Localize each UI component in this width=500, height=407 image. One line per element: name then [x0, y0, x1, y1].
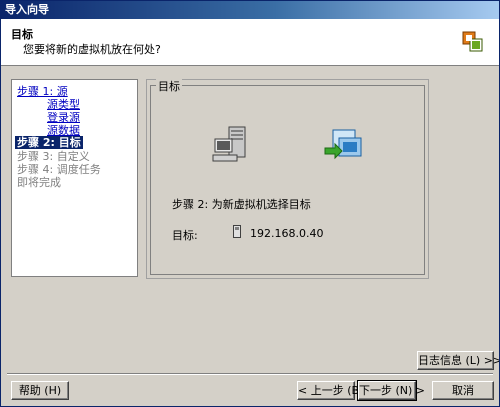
window-title: 导入向导	[5, 3, 49, 16]
title-bar: 导入向导	[1, 1, 499, 19]
cancel-button[interactable]: 取消	[432, 381, 494, 400]
step-customize: 步骤 3: 自定义	[17, 150, 90, 163]
footer-separator	[7, 373, 493, 375]
removable-drive-icon	[233, 225, 241, 238]
page-title: 目标	[11, 28, 33, 41]
back-button[interactable]: < 上一步 (B)	[297, 381, 363, 400]
step-source[interactable]: 步骤 1: 源	[17, 85, 68, 98]
wizard-steps-panel: 步骤 1: 源 源类型 登录源 源数据 步骤 2: 目标 步骤 3: 自定义 步…	[11, 79, 138, 277]
page-subtitle: 您要将新的虚拟机放在何处?	[23, 43, 161, 56]
step-schedule-task: 步骤 4: 调度任务	[17, 163, 101, 176]
server-computer-icon	[212, 126, 246, 162]
log-info-button[interactable]: 日志信息 (L) >>	[417, 351, 499, 370]
target-group-box: 目标 步骤 2: 为新虚拟机选择目标 目标: 192.168.0.40	[150, 78, 425, 275]
target-address: 192.168.0.40	[250, 227, 324, 240]
target-panel: 目标 步骤 2: 为新虚拟机选择目标 目标: 192.168.0.40	[146, 78, 429, 279]
group-title: 目标	[156, 78, 182, 94]
step-login-source[interactable]: 登录源	[47, 111, 80, 124]
target-label: 目标:	[172, 229, 198, 242]
vmware-logo-icon	[462, 31, 483, 52]
step-heading: 步骤 2: 为新虚拟机选择目标	[172, 198, 311, 211]
step-source-type[interactable]: 源类型	[47, 98, 80, 111]
help-button[interactable]: 帮助 (H)	[11, 381, 69, 400]
wizard-header: 目标 您要将新的虚拟机放在何处?	[1, 19, 499, 66]
import-vm-icon	[324, 129, 362, 160]
import-wizard-window: 导入向导 目标 您要将新的虚拟机放在何处? 步骤 1: 源 源类型 登录源 源数…	[0, 0, 500, 407]
step-destination[interactable]: 步骤 2: 目标	[15, 136, 83, 149]
step-ready-to-complete: 即将完成	[17, 176, 61, 189]
next-button[interactable]: 下一步 (N) >	[357, 380, 425, 401]
